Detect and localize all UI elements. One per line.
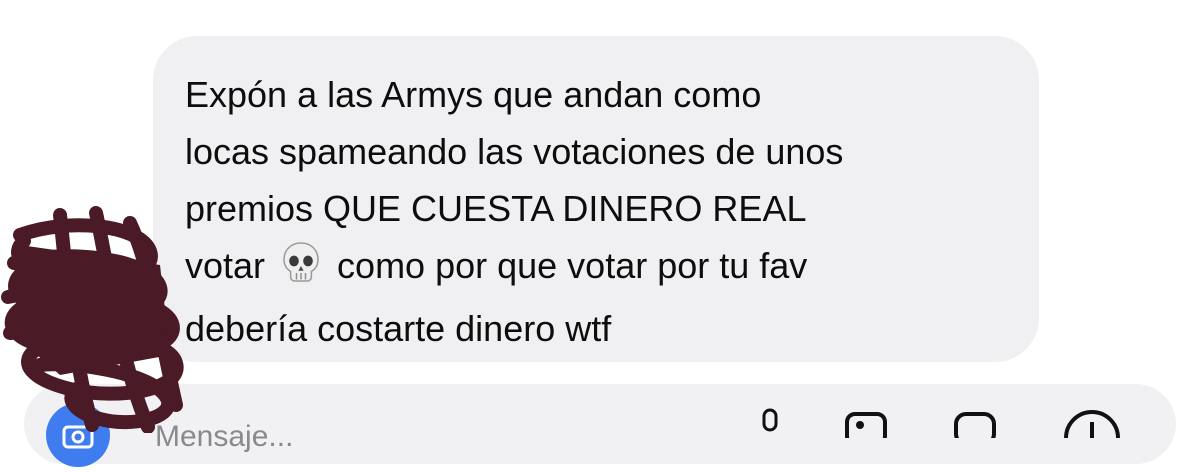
message-line-1: Expón a las Armys que andan como: [185, 74, 762, 115]
message-line-2: locas spameando las votaciones de unos: [185, 131, 844, 172]
gallery-icon[interactable]: [843, 408, 891, 446]
microphone-icon[interactable]: [755, 408, 785, 443]
plus-icon[interactable]: [1062, 408, 1122, 466]
message-line-5: debería costarte dinero wtf: [185, 308, 612, 349]
message-text: Expón a las Armys que andan como locas s…: [185, 66, 843, 357]
message-line-3: premios QUE CUESTA DINERO REAL: [185, 188, 807, 229]
message-line-4-rest: como por que votar por tu fav: [337, 245, 808, 286]
sticker-icon[interactable]: [952, 408, 1000, 446]
message-line-4: votar como por que votar por tu fav: [185, 237, 843, 300]
redaction-scribble: [0, 205, 200, 438]
skull-emoji-icon: [279, 240, 323, 300]
